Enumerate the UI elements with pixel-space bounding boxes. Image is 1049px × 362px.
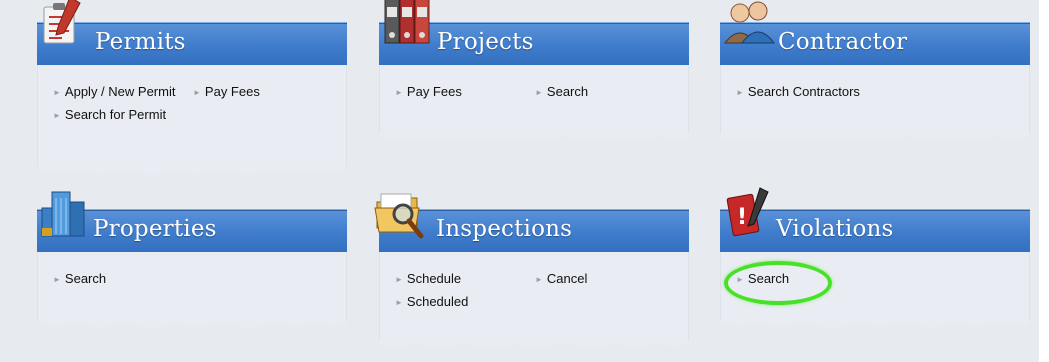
apply-new-permit-label: Apply / New Permit: [64, 84, 176, 99]
arrow-right-icon: ►: [395, 88, 403, 97]
alert-book-icon: !: [724, 184, 774, 245]
binders-icon: [383, 0, 433, 54]
permits-pay-fees-link[interactable]: ► Pay Fees: [193, 84, 260, 99]
projects-pay-fees-label: Pay Fees: [406, 84, 462, 99]
permits-panel: Permits ► Apply / New Permit ► Pay Fees ► S…: [37, 0, 347, 176]
arrow-right-icon: ►: [535, 88, 543, 97]
projects-pay-fees-link[interactable]: ► Pay Fees: [395, 84, 462, 99]
arrow-right-icon: ►: [193, 88, 201, 97]
violations-panel: ! Violations ► Search: [720, 187, 1030, 329]
search-contractors-link[interactable]: ► Search Contractors: [736, 84, 860, 99]
arrow-right-icon: ►: [736, 88, 744, 97]
contractor-title: Contractor: [778, 29, 908, 55]
properties-search-label: Search: [64, 271, 107, 286]
arrow-right-icon: ►: [395, 298, 403, 307]
scheduled-label: Scheduled: [406, 294, 469, 309]
violations-search-link[interactable]: ► Search: [724, 261, 832, 305]
building-icon: [40, 188, 90, 243]
violations-title: Violations: [776, 216, 894, 242]
folder-magnifier-icon: [373, 186, 429, 247]
permits-pay-fees-label: Pay Fees: [204, 84, 260, 99]
inspections-title: Inspections: [436, 216, 573, 242]
torn-edge: [721, 316, 1029, 329]
projects-search-link[interactable]: ► Search: [535, 84, 588, 99]
inspections-body: ► Schedule ► Cancel ► Scheduled: [379, 252, 689, 349]
search-for-permit-link[interactable]: ► Search for Permit: [53, 107, 166, 122]
arrow-right-icon: ►: [535, 275, 543, 284]
permits-body: ► Apply / New Permit ► Pay Fees ► Search fo…: [37, 65, 347, 176]
arrow-right-icon: ►: [53, 111, 61, 120]
permits-header: Permits: [37, 0, 347, 65]
scheduled-link[interactable]: ► Scheduled: [395, 294, 468, 309]
projects-search-label: Search: [546, 84, 589, 99]
projects-header: Projects: [379, 0, 689, 65]
cancel-link[interactable]: ► Cancel: [535, 271, 587, 286]
search-for-permit-label: Search for Permit: [64, 107, 167, 122]
torn-edge: [380, 129, 688, 142]
contractor-panel: Contractor ► Search Contractors: [720, 1, 1030, 142]
arrow-right-icon: ►: [53, 275, 61, 284]
torn-edge: [38, 316, 346, 329]
torn-edge: [721, 129, 1029, 142]
inspections-panel: Inspections ► Schedule ► Cancel ► Scheduled: [374, 193, 689, 349]
page-background: Permits ► Apply / New Permit ► Pay Fees ► S…: [0, 0, 1039, 362]
permits-title: Permits: [95, 29, 186, 55]
contractor-header: Contractor: [720, 1, 1030, 65]
violations-header: ! Violations: [720, 187, 1030, 252]
arrow-right-icon: ►: [395, 275, 403, 284]
apply-new-permit-link[interactable]: ► Apply / New Permit: [53, 84, 175, 99]
clipboard-icon: [40, 0, 86, 54]
search-contractors-label: Search Contractors: [747, 84, 860, 99]
arrow-right-icon: ►: [736, 275, 744, 284]
violations-body: ► Search: [720, 252, 1030, 329]
cancel-label: Cancel: [546, 271, 588, 286]
properties-title: Properties: [93, 216, 217, 242]
properties-body: ► Search: [37, 252, 347, 329]
arrow-right-icon: ►: [53, 88, 61, 97]
properties-search-link[interactable]: ► Search: [53, 271, 106, 286]
schedule-link[interactable]: ► Schedule: [395, 271, 461, 286]
schedule-label: Schedule: [406, 271, 462, 286]
properties-panel: Properties ► Search: [37, 191, 347, 329]
people-icon: [722, 0, 778, 54]
projects-body: ► Pay Fees ► Search: [379, 65, 689, 142]
inspections-header: Inspections: [374, 193, 689, 252]
projects-panel: Projects ► Pay Fees ► Search: [379, 0, 689, 142]
torn-edge: [38, 163, 346, 176]
torn-edge: [380, 336, 688, 349]
svg-text:!: !: [737, 205, 747, 230]
properties-header: Properties: [37, 191, 347, 252]
contractor-body: ► Search Contractors: [720, 65, 1030, 142]
projects-title: Projects: [437, 29, 534, 55]
